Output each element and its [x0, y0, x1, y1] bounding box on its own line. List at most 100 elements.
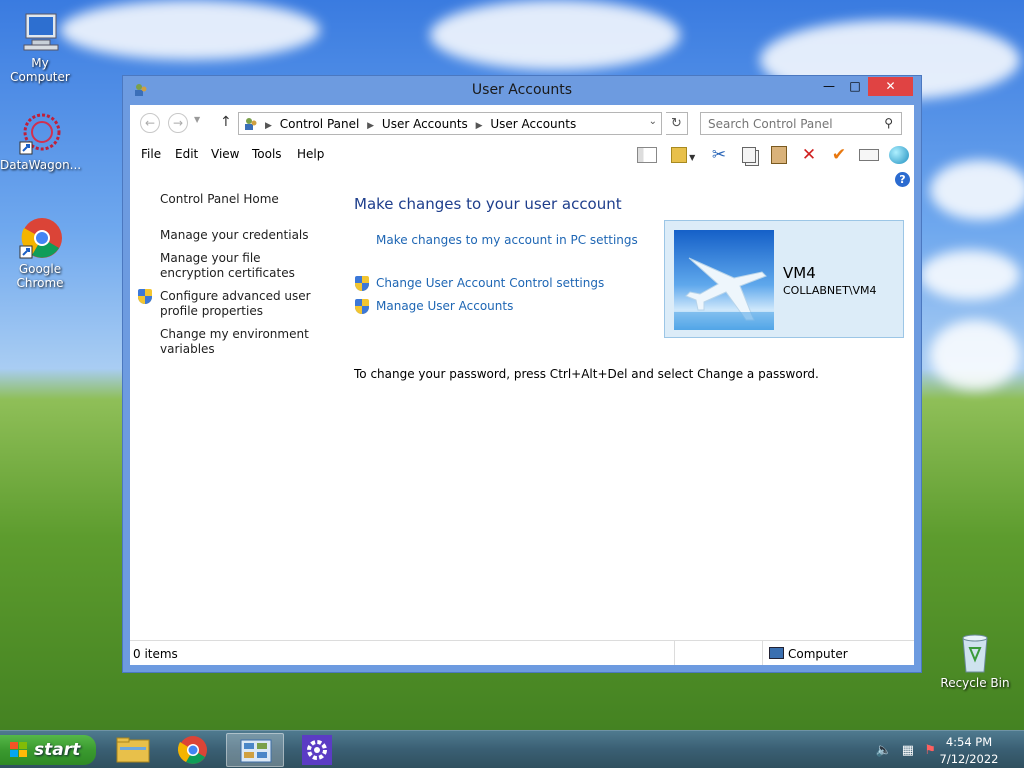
paste-icon[interactable] — [764, 143, 794, 167]
cloud — [920, 250, 1020, 300]
cloud — [930, 320, 1020, 390]
minimize-button[interactable]: — — [816, 77, 842, 96]
breadcrumb-separator-icon[interactable]: ▶ — [367, 121, 374, 131]
chevron-down-icon[interactable]: ⌄ — [649, 116, 657, 127]
control-panel-home-link[interactable]: Control Panel Home — [160, 192, 325, 207]
desktop-icon-google-chrome[interactable]: Google Chrome — [0, 216, 80, 290]
refresh-button[interactable]: ↻ — [666, 112, 688, 135]
desktop-icon-label: My Computer — [10, 56, 70, 84]
start-label: start — [34, 740, 81, 760]
search-input[interactable] — [701, 113, 871, 134]
computer-icon — [769, 647, 784, 659]
status-bar: 0 items Computer — [130, 640, 914, 665]
address-box[interactable]: ▶ Control Panel ▶ User Accounts ▶ User A… — [238, 112, 662, 135]
taskbar-file-explorer[interactable] — [104, 733, 162, 767]
breadcrumb-separator-icon: ▶ — [265, 121, 272, 131]
start-button[interactable]: start — [0, 735, 96, 765]
airplane-icon — [674, 257, 774, 330]
layout-pane-icon[interactable] — [632, 143, 662, 167]
folder-icon — [116, 737, 150, 763]
cloud — [60, 0, 320, 60]
control-panel-icon — [243, 116, 259, 132]
computer-icon — [18, 10, 62, 54]
menu-help[interactable]: Help — [297, 147, 324, 161]
breadcrumb: ▶ Control Panel ▶ User Accounts ▶ User A… — [265, 117, 580, 131]
copy-icon[interactable] — [734, 143, 764, 167]
delete-icon[interactable]: ✕ — [794, 143, 824, 167]
cloud — [930, 160, 1024, 220]
pc-settings-link[interactable]: Make changes to my account in PC setting… — [376, 233, 638, 247]
address-bar-row: ← → ▼ ↑ ▶ Control Panel ▶ User Accounts — [130, 105, 914, 141]
search-icon[interactable]: ⚲ — [884, 116, 893, 130]
clock[interactable]: 4:54 PM 7/12/2022 — [934, 734, 1004, 768]
password-note: To change your password, press Ctrl+Alt+… — [354, 367, 819, 381]
menu-file[interactable]: File — [141, 147, 161, 161]
desktop-icon-recycle-bin[interactable]: Recycle Bin — [935, 630, 1015, 690]
volume-muted-icon[interactable]: 🔈 — [876, 743, 892, 758]
help-icon[interactable]: ? — [895, 172, 910, 187]
maximize-button[interactable]: □ — [842, 77, 868, 96]
desktop-icon-my-computer[interactable]: My Computer — [0, 10, 80, 84]
configure-profile-properties-link[interactable]: Configure advanced user profile properti… — [160, 289, 325, 319]
taskbar-chrome[interactable] — [164, 733, 222, 767]
taskbar-settings[interactable] — [288, 733, 346, 767]
properties-check-icon[interactable]: ✔ — [824, 143, 854, 167]
gear-icon — [302, 735, 332, 765]
back-button[interactable]: ← — [140, 113, 160, 133]
close-button[interactable]: ✕ — [868, 77, 913, 96]
toolbar: ▼ ✂ ✕ ✔ — [632, 141, 914, 169]
desktop-icon-label: Recycle Bin — [940, 676, 1010, 690]
shield-icon — [138, 289, 152, 304]
chrome-icon — [18, 216, 62, 260]
menu-bar: File Edit View Tools Help ▼ ✂ ✕ ✔ — [130, 141, 914, 169]
breadcrumb-control-panel[interactable]: Control Panel — [280, 117, 360, 131]
clock-time: 4:54 PM — [945, 735, 993, 749]
status-divider — [674, 641, 675, 665]
menu-tools[interactable]: Tools — [252, 147, 282, 161]
network-icon[interactable]: ▦ — [902, 743, 914, 758]
recycle-bin-icon — [953, 630, 997, 674]
status-location: Computer — [788, 647, 848, 661]
avatar — [674, 230, 774, 330]
shield-icon — [355, 276, 369, 291]
up-button[interactable]: ↑ — [220, 114, 232, 130]
breadcrumb-user-accounts-current[interactable]: User Accounts — [490, 117, 576, 131]
cloud — [430, 0, 680, 70]
cut-icon[interactable]: ✂ — [704, 143, 734, 167]
taskbar-control-panel[interactable] — [226, 733, 284, 767]
manage-credentials-link[interactable]: Manage your credentials — [160, 228, 325, 243]
user-domain: COLLABNET\VM4 — [783, 284, 877, 297]
change-environment-variables-link[interactable]: Change my environment variables — [160, 327, 325, 357]
content-area: ? Control Panel Home Manage your credent… — [130, 169, 914, 640]
forward-button[interactable]: → — [168, 113, 188, 133]
breadcrumb-separator-icon[interactable]: ▶ — [476, 121, 483, 131]
desktop-icon-datawagon[interactable]: DataWagon... — [0, 112, 82, 172]
breadcrumb-user-accounts[interactable]: User Accounts — [382, 117, 468, 131]
manage-user-accounts-link[interactable]: Manage User Accounts — [376, 299, 513, 313]
window-client: ← → ▼ ↑ ▶ Control Panel ▶ User Accounts — [130, 105, 914, 665]
search-box[interactable]: ⚲ — [700, 112, 902, 135]
menu-view[interactable]: View — [211, 147, 239, 161]
desktop-icon-label: Google Chrome — [16, 262, 64, 290]
menu-edit[interactable]: Edit — [175, 147, 198, 161]
folder-options-icon[interactable]: ▼ — [662, 143, 704, 167]
uac-settings-link[interactable]: Change User Account Control settings — [376, 276, 604, 290]
title-bar[interactable]: User Accounts — □ ✕ — [123, 76, 921, 104]
datawagon-icon — [18, 112, 62, 156]
shield-icon — [355, 299, 369, 314]
window-controls: — □ ✕ — [816, 77, 913, 96]
globe-icon[interactable] — [884, 143, 914, 167]
taskbar: start 🔈 ▦ ⚑ 4:54 PM 7/12/2022 — [0, 730, 1024, 768]
recent-locations-dropdown[interactable]: ▼ — [194, 115, 200, 124]
chrome-icon — [177, 736, 207, 764]
windows-flag-icon — [10, 742, 28, 758]
item-count: 0 items — [133, 647, 178, 661]
user-name: VM4 — [783, 264, 816, 282]
user-account-card: VM4 COLLABNET\VM4 — [664, 220, 904, 338]
left-pane: Control Panel Home Manage your credentia… — [130, 169, 330, 640]
manage-encryption-certificates-link[interactable]: Manage your file encryption certificates — [160, 251, 325, 281]
desktop-icon-label: DataWagon... — [0, 158, 82, 172]
status-divider — [762, 641, 763, 665]
rename-icon[interactable] — [854, 143, 884, 167]
user-accounts-window: User Accounts — □ ✕ ← → ▼ ↑ ▶ Control Pa… — [122, 75, 922, 673]
